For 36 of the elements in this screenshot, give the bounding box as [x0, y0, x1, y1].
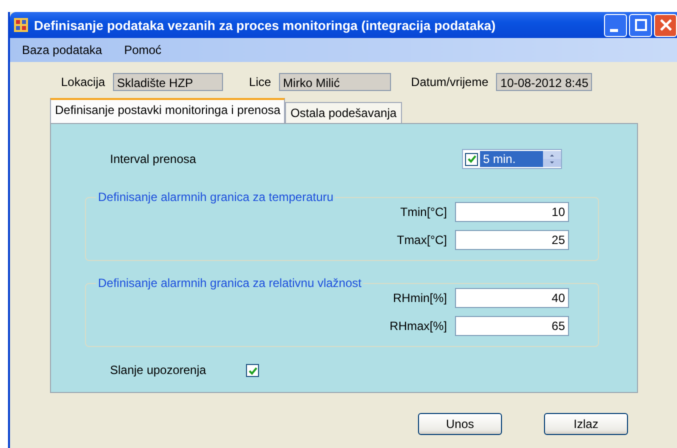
button[interactable]: Unos: [418, 413, 502, 435]
checkbox[interactable]: [246, 364, 260, 377]
window-title: Definisanje podataka vezanih za proces monitoringa (integracija podataka): [34, 18, 496, 32]
field-label: Lokacija: [61, 75, 106, 89]
spin-icon: [543, 151, 561, 167]
tab[interactable]: Definisanje postavki monitoringa i prenosa: [50, 98, 286, 123]
input-field[interactable]: 10: [455, 202, 569, 222]
app-icon: [14, 18, 28, 32]
field-label: Lice: [249, 75, 272, 89]
close-button[interactable]: [654, 14, 677, 36]
readonly-field: Mirko Milić: [279, 73, 392, 91]
field-label: Interval prenosa: [110, 152, 196, 166]
tab[interactable]: Ostala podešavanja: [285, 102, 402, 123]
maximize-button[interactable]: [629, 14, 652, 36]
button[interactable]: Izlaz: [544, 413, 628, 435]
group-title: Definisanje alarmnih granica za relativnu vlažnost: [96, 276, 364, 290]
minimize-button[interactable]: [604, 14, 627, 36]
field-label: RHmax[%]: [390, 319, 447, 333]
interval-picker[interactable]: 5 min.: [462, 149, 562, 169]
group-title: Definisanje alarmnih granica za temperaturu: [96, 190, 336, 204]
input-field[interactable]: 25: [455, 230, 569, 250]
maximize-icon: [634, 19, 646, 31]
readonly-field: Skladište HZP: [113, 73, 224, 91]
close-icon: [660, 19, 672, 31]
input-field[interactable]: 40: [455, 288, 569, 308]
input-field[interactable]: 65: [455, 316, 569, 336]
menu-item[interactable]: Baza podataka: [22, 43, 102, 57]
field-label: RHmin[%]: [392, 291, 447, 305]
checkbox[interactable]: [465, 152, 478, 166]
field-label: Datum/vrijeme: [411, 75, 488, 89]
field-label: Tmax[°C]: [396, 233, 447, 247]
readonly-field: 10-08-2012 8:45: [496, 73, 592, 91]
minimize-icon: [610, 28, 618, 32]
menu-item[interactable]: Pomoć: [124, 43, 162, 57]
field-label: Tmin[°C]: [400, 205, 447, 219]
checkbox-label: Slanje upozorenja: [110, 363, 206, 377]
